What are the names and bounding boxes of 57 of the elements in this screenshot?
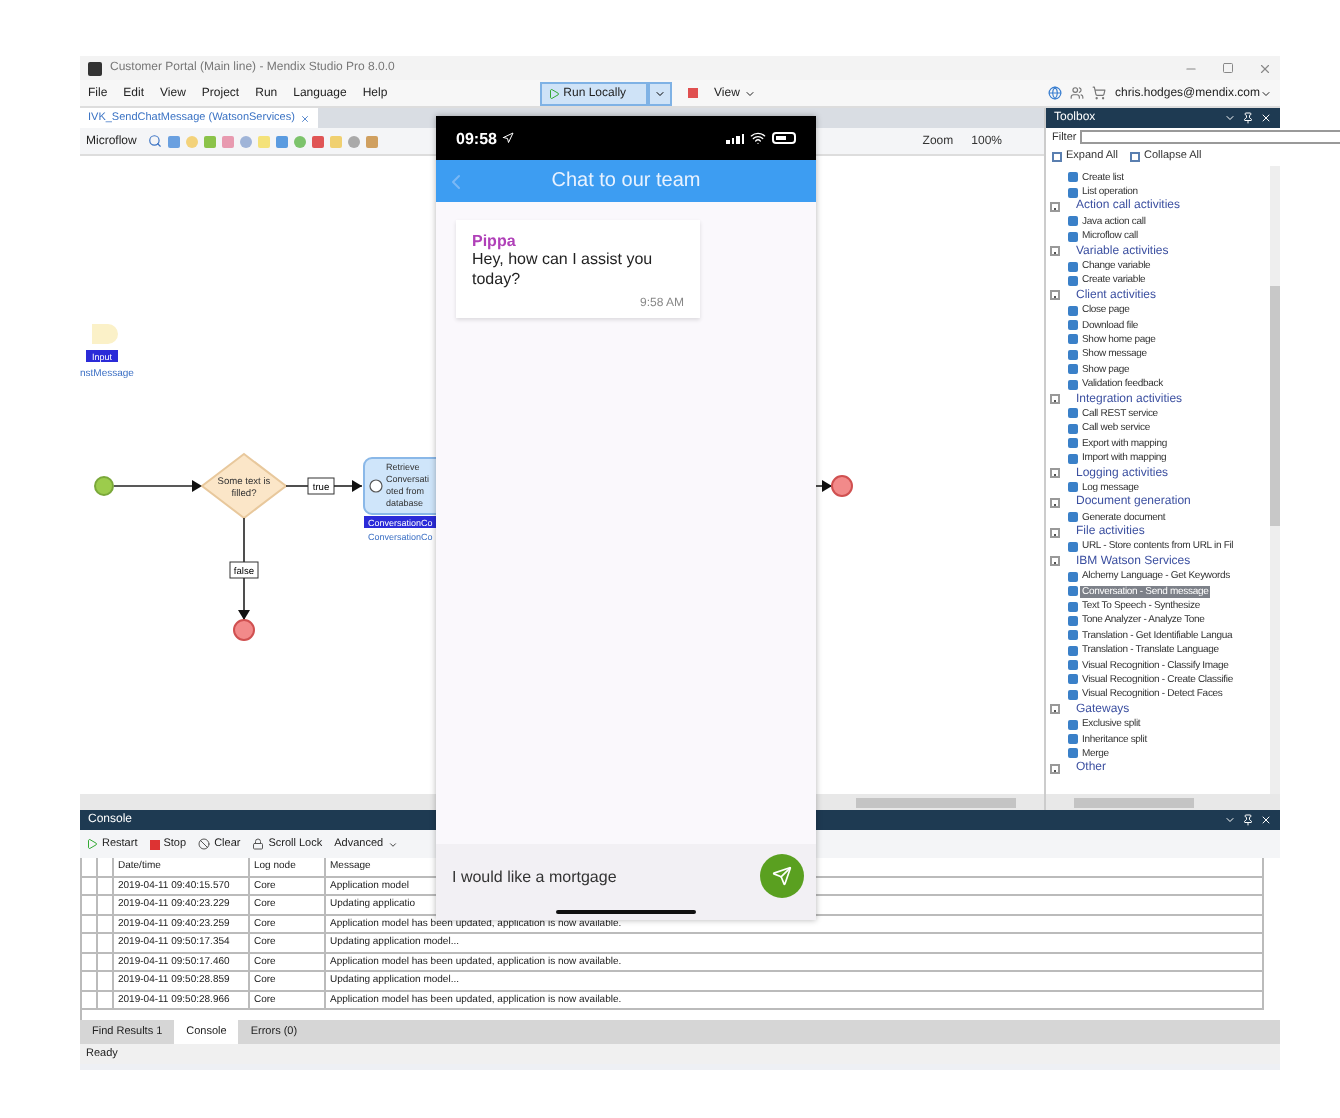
run-dropdown[interactable]: [648, 81, 673, 105]
collapse-toggle[interactable]: [1050, 497, 1060, 508]
flow-arrow: [333, 480, 363, 492]
caret-icon[interactable]: [1224, 814, 1236, 826]
home-indicator: [556, 910, 696, 914]
message-text: Hey, how can I assist you today?: [472, 250, 655, 290]
caret-icon: [654, 87, 667, 99]
collapse-toggle[interactable]: [1050, 704, 1060, 715]
collapse-toggle[interactable]: [1050, 246, 1060, 257]
caret-icon[interactable]: [1224, 112, 1236, 124]
caret-icon: [387, 839, 398, 849]
signal-icon: [726, 133, 744, 143]
pin-icon[interactable]: [1242, 814, 1254, 826]
search-icon[interactable]: [148, 134, 163, 148]
chat-title: Chat to our team: [549, 170, 703, 192]
battery-icon: [772, 132, 796, 144]
wifi-icon: [750, 130, 766, 146]
pin-icon[interactable]: [1242, 112, 1254, 124]
activity-icon: [1068, 482, 1078, 493]
collapse-toggle[interactable]: [1050, 527, 1060, 538]
play-icon: [86, 838, 98, 850]
end-event: [831, 475, 853, 497]
app-icon: [88, 61, 102, 75]
users-icon[interactable]: [1069, 86, 1084, 100]
scrollbar-thumb[interactable]: [856, 797, 1016, 807]
collapse-toggle[interactable]: [1050, 763, 1060, 774]
clear-icon: [198, 838, 211, 850]
scrollbar[interactable]: [1270, 166, 1280, 794]
sender-name: Pippa: [472, 232, 518, 250]
cart-icon[interactable]: [1091, 86, 1106, 100]
database-icon: [369, 479, 383, 493]
caret-icon: [1260, 87, 1272, 99]
activity-icon: [1068, 541, 1078, 552]
phone-time: 09:58: [456, 129, 497, 147]
globe-icon[interactable]: [1047, 86, 1062, 100]
location-icon: [502, 132, 515, 144]
end-event: [233, 619, 255, 641]
send-button[interactable]: [760, 854, 804, 898]
activity-icon: [1068, 512, 1078, 523]
collapse-toggle[interactable]: [1050, 556, 1060, 567]
flow-arrow: [113, 480, 203, 492]
start-event: [94, 476, 114, 496]
send-icon: [772, 866, 792, 886]
collapse-toggle[interactable]: [1050, 468, 1060, 478]
parameter-icon: [92, 324, 118, 344]
play-icon: [547, 87, 560, 99]
maximize-icon[interactable]: [1222, 61, 1234, 73]
lock-icon: [252, 838, 265, 850]
stop-icon[interactable]: [688, 88, 699, 98]
collapse-toggle[interactable]: [1050, 290, 1060, 301]
collapse-toggle[interactable]: [1050, 394, 1060, 405]
flow-arrow: [238, 577, 250, 621]
filter-field[interactable]: [1080, 130, 1340, 144]
caret-icon: [743, 87, 756, 99]
stop-icon: [149, 839, 160, 849]
collapse-toggle[interactable]: [1050, 201, 1060, 212]
scrollbar-thumb[interactable]: [1074, 797, 1194, 807]
